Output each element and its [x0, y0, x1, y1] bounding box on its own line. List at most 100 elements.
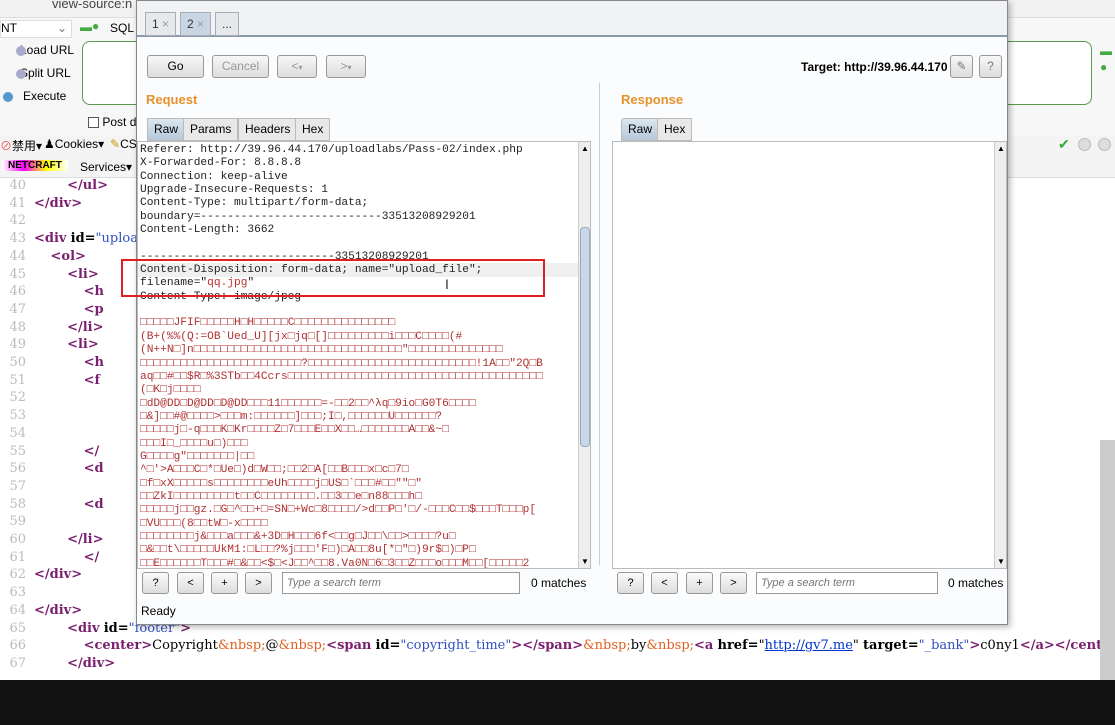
load-url-button[interactable]: Load URL: [16, 43, 74, 57]
target-label: Target: http://39.96.44.170: [801, 60, 948, 74]
request-scrollbar[interactable]: ▲ ▼: [578, 142, 590, 568]
search-help-button[interactable]: ?: [142, 572, 169, 594]
split-url-button[interactable]: Split URL: [16, 66, 71, 80]
plus-icon[interactable]: ●: [1100, 60, 1107, 74]
binary-line: □□ZkI□□□□□□□□□t□□C□□□□□□□□.□□3□□e□n88□□□…: [140, 490, 422, 503]
scroll-up-icon[interactable]: ▲: [997, 144, 1005, 153]
source-line: 66 <center>Copyright&nbsp;@&nbsp;<span i…: [0, 638, 1115, 656]
label: Execute: [23, 89, 67, 103]
forward-button[interactable]: >▾: [326, 55, 366, 78]
css-menu[interactable]: ✎CS: [110, 137, 137, 151]
source-line: 55 </: [0, 444, 99, 462]
line-number: 44: [9, 248, 26, 264]
search-add-button[interactable]: +: [686, 572, 713, 594]
tab-params[interactable]: Params: [183, 118, 239, 141]
line-number: 62: [9, 567, 26, 583]
plus-icon[interactable]: ●: [92, 19, 99, 33]
line-number: 56: [9, 461, 26, 477]
line-number: 58: [9, 496, 26, 512]
response-search-input[interactable]: [756, 572, 938, 594]
response-editor[interactable]: ▲ ▼: [612, 141, 1007, 569]
address-text[interactable]: view-source:n: [52, 0, 132, 11]
line-number: 49: [9, 337, 26, 353]
tab-headers[interactable]: Headers: [238, 118, 298, 141]
source-line: 57: [0, 479, 34, 497]
search-add-button[interactable]: +: [211, 572, 238, 594]
search-help-button[interactable]: ?: [617, 572, 644, 594]
go-button[interactable]: Go: [147, 55, 204, 78]
line-number: 67: [9, 655, 26, 671]
disable-menu[interactable]: ⊘禁用▾: [0, 137, 42, 154]
page-scrollbar[interactable]: [1100, 440, 1115, 680]
binary-line: □□□I□_□□□□u□)□□□: [140, 437, 248, 450]
line-number: 55: [9, 443, 26, 459]
scroll-down-icon[interactable]: ▼: [997, 557, 1005, 566]
scroll-up-icon[interactable]: ▲: [581, 144, 589, 153]
close-icon[interactable]: ×: [197, 17, 204, 31]
play-icon: [3, 92, 13, 102]
source-line: 41 </div>: [0, 196, 82, 214]
tab-hex[interactable]: Hex: [657, 118, 693, 141]
user-icon: ♟: [44, 137, 55, 151]
repeater-tab-new[interactable]: ...: [215, 12, 240, 36]
scroll-thumb[interactable]: [580, 227, 590, 447]
request-search-input[interactable]: [282, 572, 520, 594]
source-line: 58 <d: [0, 496, 103, 515]
search-prev-button[interactable]: <: [651, 572, 678, 594]
search-next-button[interactable]: >: [245, 572, 272, 594]
close-icon[interactable]: ×: [162, 17, 169, 31]
line-number: 42: [9, 213, 26, 229]
request-text[interactable]: Referer: http://39.96.44.170/uploadlabs/…: [140, 144, 543, 568]
source-line: 54: [0, 426, 34, 444]
request-line: X-Forwarded-For: 8.8.8.8: [140, 157, 302, 170]
check-icon: ✔: [1058, 136, 1070, 152]
cancel-button[interactable]: Cancel: [212, 55, 269, 78]
binary-line: □□□□□□□□j&□□□a□□□&+3D□H□□□6f<□□g□J□□\□□>…: [140, 530, 456, 543]
line-number: 63: [9, 585, 26, 601]
text-cursor-icon: I: [445, 276, 449, 292]
line-number: 47: [9, 301, 26, 317]
request-line: boundary=---------------------------3351…: [140, 210, 476, 223]
netcraft-logo[interactable]: NETCRAFT: [2, 160, 68, 171]
binary-line: (N++N□]n□□□□□□□□□□□□□□□□□□□□□□□□□□□□□□□"…: [140, 344, 503, 357]
disable-icon: ⊘: [0, 139, 13, 153]
binary-line: □VU□□□(8□□tW□-x□□□□: [140, 517, 268, 530]
source-line: 62 </div>: [0, 567, 82, 585]
source-line: 46 <h: [0, 284, 104, 302]
sql-menu[interactable]: SQL: [110, 21, 134, 35]
binary-line: aq□□#□□$R□%3STb□□4Ccrs□□□□□□□□□□□□□□□□□□…: [140, 370, 543, 383]
line-code: <ol>: [50, 248, 86, 264]
search-next-button[interactable]: >: [720, 572, 747, 594]
services-menu[interactable]: Services▾: [80, 160, 132, 174]
line-number: 48: [9, 319, 26, 335]
edit-target-button[interactable]: ✎: [950, 55, 973, 78]
response-scrollbar[interactable]: ▲ ▼: [994, 142, 1006, 568]
select-value: NT: [1, 21, 17, 35]
split-divider[interactable]: [599, 83, 600, 565]
line-number: 60: [9, 532, 26, 547]
execute-button[interactable]: Execute: [3, 89, 67, 103]
checkbox[interactable]: [88, 117, 99, 129]
back-button[interactable]: <▾: [277, 55, 317, 78]
request-editor[interactable]: Referer: http://39.96.44.170/uploadlabs/…: [137, 141, 591, 569]
cookies-menu[interactable]: ♟Cookies▾: [44, 137, 104, 151]
hackbar-select[interactable]: NT ⌄: [0, 20, 72, 38]
line-code: </div>: [34, 602, 83, 618]
search-prev-button[interactable]: <: [177, 572, 204, 594]
line-code: </: [83, 549, 100, 565]
repeater-tab-1[interactable]: 1 ×: [145, 12, 177, 36]
chevron-down-icon: ⌄: [56, 21, 67, 35]
source-line: 40 </ul>: [0, 178, 108, 196]
post-data-checkbox[interactable]: Post d: [88, 115, 136, 129]
minus-icon[interactable]: ▬: [80, 20, 92, 34]
help-button[interactable]: ?: [979, 55, 1002, 78]
scroll-down-icon[interactable]: ▼: [581, 557, 589, 566]
tab-raw[interactable]: Raw: [621, 118, 660, 141]
repeater-tab-2[interactable]: 2 ×: [180, 12, 212, 36]
tab-hex[interactable]: Hex: [295, 118, 331, 141]
request-line: Referer: http://39.96.44.170/uploadlabs/…: [140, 144, 523, 156]
binary-line: □&□□t\□□□□□UkM1:□L□□?%j□□□'F□)□A□□8u[*□"…: [140, 544, 476, 557]
tab-raw[interactable]: Raw: [147, 118, 186, 141]
minus-icon[interactable]: ▬: [1100, 44, 1112, 58]
